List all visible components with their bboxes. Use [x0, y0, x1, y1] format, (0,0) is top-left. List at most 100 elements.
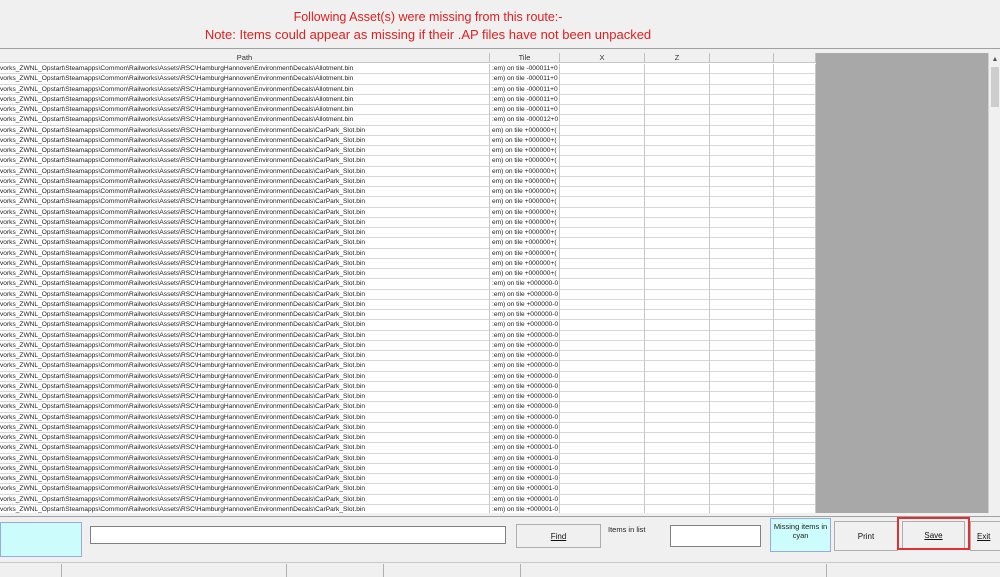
z-cell[interactable]: [645, 443, 710, 454]
table-row[interactable]: vorks_ZWNL_Opstart\Steamapps\Common\Rail…: [0, 474, 816, 485]
tile-cell[interactable]: em) on tile +000000+(: [490, 125, 560, 136]
table-row[interactable]: vorks_ZWNL_Opstart\Steamapps\Common\Rail…: [0, 392, 816, 403]
path-cell[interactable]: vorks_ZWNL_Opstart\Steamapps\Common\Rail…: [0, 330, 490, 341]
table-row[interactable]: vorks_ZWNL_Opstart\Steamapps\Common\Rail…: [0, 228, 816, 239]
path-cell[interactable]: vorks_ZWNL_Opstart\Steamapps\Common\Rail…: [0, 156, 490, 167]
table-row[interactable]: vorks_ZWNL_Opstart\Steamapps\Common\Rail…: [0, 94, 816, 105]
vertical-scrollbar[interactable]: ▲: [988, 53, 1000, 513]
extra-cell[interactable]: [710, 115, 774, 126]
z-cell[interactable]: [645, 412, 710, 423]
extra-cell[interactable]: [774, 228, 816, 239]
table-row[interactable]: vorks_ZWNL_Opstart\Steamapps\Common\Rail…: [0, 115, 816, 126]
z-cell[interactable]: [645, 248, 710, 259]
tile-cell[interactable]: :em) on tile -000011+0: [490, 105, 560, 116]
extra-cell[interactable]: [774, 371, 816, 382]
tile-cell[interactable]: :em) on tile +000000-0: [490, 412, 560, 423]
z-cell[interactable]: [645, 228, 710, 239]
extra-cell[interactable]: [710, 269, 774, 280]
extra-cell[interactable]: [774, 146, 816, 157]
tile-cell[interactable]: :em) on tile +000000-0: [490, 402, 560, 413]
tile-cell[interactable]: :em) on tile +000000-0: [490, 279, 560, 290]
extra-cell[interactable]: [774, 340, 816, 351]
z-cell[interactable]: [645, 320, 710, 331]
extra-cell[interactable]: [774, 299, 816, 310]
extra-cell[interactable]: [774, 453, 816, 464]
missing-assets-grid[interactable]: Path Tile X Z vorks_ZWNL_Opstart\Steamap…: [0, 53, 816, 513]
x-cell[interactable]: [560, 105, 645, 116]
extra-cell[interactable]: [710, 494, 774, 505]
tile-cell[interactable]: em) on tile +000000+(: [490, 217, 560, 228]
column-header-path[interactable]: Path: [0, 53, 490, 63]
extra-cell[interactable]: [774, 176, 816, 187]
x-cell[interactable]: [560, 156, 645, 167]
extra-cell[interactable]: [710, 320, 774, 331]
extra-cell[interactable]: [774, 105, 816, 116]
extra-cell[interactable]: [710, 463, 774, 474]
path-cell[interactable]: vorks_ZWNL_Opstart\Steamapps\Common\Rail…: [0, 299, 490, 310]
extra-cell[interactable]: [710, 135, 774, 146]
tile-cell[interactable]: :em) on tile +000000-0: [490, 361, 560, 372]
extra-cell[interactable]: [710, 299, 774, 310]
path-cell[interactable]: vorks_ZWNL_Opstart\Steamapps\Common\Rail…: [0, 258, 490, 269]
x-cell[interactable]: [560, 238, 645, 249]
z-cell[interactable]: [645, 84, 710, 95]
x-cell[interactable]: [560, 207, 645, 218]
table-row[interactable]: vorks_ZWNL_Opstart\Steamapps\Common\Rail…: [0, 371, 816, 382]
extra-cell[interactable]: [710, 279, 774, 290]
extra-cell[interactable]: [710, 371, 774, 382]
table-row[interactable]: vorks_ZWNL_Opstart\Steamapps\Common\Rail…: [0, 381, 816, 392]
x-cell[interactable]: [560, 217, 645, 228]
path-cell[interactable]: vorks_ZWNL_Opstart\Steamapps\Common\Rail…: [0, 402, 490, 413]
extra-cell[interactable]: [710, 197, 774, 208]
x-cell[interactable]: [560, 74, 645, 85]
z-cell[interactable]: [645, 463, 710, 474]
extra-cell[interactable]: [774, 494, 816, 505]
extra-cell[interactable]: [774, 484, 816, 495]
z-cell[interactable]: [645, 310, 710, 321]
z-cell[interactable]: [645, 176, 710, 187]
path-cell[interactable]: vorks_ZWNL_Opstart\Steamapps\Common\Rail…: [0, 474, 490, 485]
table-row[interactable]: vorks_ZWNL_Opstart\Steamapps\Common\Rail…: [0, 187, 816, 198]
tile-cell[interactable]: :em) on tile +000001-0: [490, 443, 560, 454]
table-row[interactable]: vorks_ZWNL_Opstart\Steamapps\Common\Rail…: [0, 463, 816, 474]
path-cell[interactable]: vorks_ZWNL_Opstart\Steamapps\Common\Rail…: [0, 64, 490, 75]
x-cell[interactable]: [560, 258, 645, 269]
table-row[interactable]: vorks_ZWNL_Opstart\Steamapps\Common\Rail…: [0, 443, 816, 454]
x-cell[interactable]: [560, 330, 645, 341]
extra-cell[interactable]: [710, 340, 774, 351]
x-cell[interactable]: [560, 279, 645, 290]
extra-cell[interactable]: [774, 279, 816, 290]
extra-cell[interactable]: [710, 166, 774, 177]
path-cell[interactable]: vorks_ZWNL_Opstart\Steamapps\Common\Rail…: [0, 105, 490, 116]
path-cell[interactable]: vorks_ZWNL_Opstart\Steamapps\Common\Rail…: [0, 187, 490, 198]
table-row[interactable]: vorks_ZWNL_Opstart\Steamapps\Common\Rail…: [0, 156, 816, 167]
extra-cell[interactable]: [774, 258, 816, 269]
path-cell[interactable]: vorks_ZWNL_Opstart\Steamapps\Common\Rail…: [0, 484, 490, 495]
extra-cell[interactable]: [774, 474, 816, 485]
extra-cell[interactable]: [710, 176, 774, 187]
extra-cell[interactable]: [710, 474, 774, 485]
column-header-z[interactable]: Z: [645, 53, 710, 63]
z-cell[interactable]: [645, 474, 710, 485]
extra-cell[interactable]: [774, 74, 816, 85]
extra-cell[interactable]: [774, 64, 816, 75]
path-cell[interactable]: vorks_ZWNL_Opstart\Steamapps\Common\Rail…: [0, 392, 490, 403]
path-cell[interactable]: vorks_ZWNL_Opstart\Steamapps\Common\Rail…: [0, 115, 490, 126]
x-cell[interactable]: [560, 474, 645, 485]
path-cell[interactable]: vorks_ZWNL_Opstart\Steamapps\Common\Rail…: [0, 217, 490, 228]
table-row[interactable]: vorks_ZWNL_Opstart\Steamapps\Common\Rail…: [0, 340, 816, 351]
table-row[interactable]: vorks_ZWNL_Opstart\Steamapps\Common\Rail…: [0, 320, 816, 331]
extra-cell[interactable]: [774, 156, 816, 167]
extra-cell[interactable]: [710, 146, 774, 157]
x-cell[interactable]: [560, 310, 645, 321]
table-row[interactable]: vorks_ZWNL_Opstart\Steamapps\Common\Rail…: [0, 299, 816, 310]
table-row[interactable]: vorks_ZWNL_Opstart\Steamapps\Common\Rail…: [0, 289, 816, 300]
path-cell[interactable]: vorks_ZWNL_Opstart\Steamapps\Common\Rail…: [0, 443, 490, 454]
x-cell[interactable]: [560, 299, 645, 310]
x-cell[interactable]: [560, 381, 645, 392]
x-cell[interactable]: [560, 371, 645, 382]
z-cell[interactable]: [645, 197, 710, 208]
extra-cell[interactable]: [710, 238, 774, 249]
table-row[interactable]: vorks_ZWNL_Opstart\Steamapps\Common\Rail…: [0, 402, 816, 413]
table-row[interactable]: vorks_ZWNL_Opstart\Steamapps\Common\Rail…: [0, 166, 816, 177]
